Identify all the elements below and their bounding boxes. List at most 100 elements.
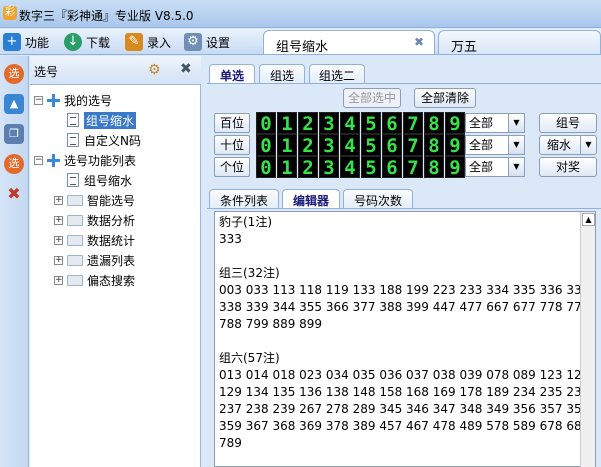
- tab-group-shrink[interactable]: 组号缩水 ✖: [263, 30, 435, 55]
- editor-textarea[interactable]: 豹子(1注) 333 组三(32注) 003 033 113 118 119 1…: [214, 211, 596, 467]
- collapse-icon[interactable]: −: [34, 155, 43, 165]
- hundreds-label[interactable]: 百位: [214, 113, 250, 133]
- digit-button[interactable]: 1: [277, 156, 297, 179]
- digit-button[interactable]: 9: [445, 112, 465, 135]
- tens-select[interactable]: 全部 ▼: [465, 135, 525, 155]
- expand-icon[interactable]: +: [54, 195, 63, 205]
- app-logo-icon: 彩: [3, 6, 17, 20]
- digit-button[interactable]: 0: [256, 112, 276, 135]
- digit-button[interactable]: 5: [361, 134, 381, 157]
- shrink-button[interactable]: 缩水 ▼: [539, 135, 597, 155]
- tools-icon[interactable]: ✖: [4, 184, 24, 204]
- tab-group[interactable]: 组选: [259, 64, 305, 84]
- tab-single[interactable]: 单选: [209, 64, 255, 84]
- digit-button[interactable]: 0: [256, 156, 276, 179]
- units-digits: 0123456789: [256, 156, 466, 179]
- chart-icon[interactable]: ▲: [4, 94, 24, 114]
- close-tab-icon[interactable]: ✖: [414, 35, 424, 49]
- tree-item[interactable]: + 数据统计: [54, 231, 135, 249]
- document-icon: [67, 173, 79, 187]
- select-number-icon[interactable]: 选: [4, 64, 24, 84]
- bookmark-icon[interactable]: ❐: [4, 124, 24, 144]
- group-button[interactable]: 组号: [539, 113, 597, 133]
- digit-button[interactable]: 9: [445, 134, 465, 157]
- input-button[interactable]: ✎ 录入: [125, 32, 171, 52]
- tree-item-label: 遗漏列表: [87, 253, 136, 268]
- tree-item[interactable]: 组号缩水: [54, 111, 137, 129]
- tree-item[interactable]: + 偏态搜索: [54, 271, 135, 289]
- hundreds-select[interactable]: 全部 ▼: [465, 113, 525, 133]
- digit-button[interactable]: 4: [340, 112, 360, 135]
- select-all-button[interactable]: 全部选中: [343, 88, 401, 108]
- tab-label: 万五: [451, 40, 478, 55]
- digit-button[interactable]: 3: [319, 112, 339, 135]
- select-icon-active[interactable]: 选: [4, 154, 24, 174]
- expand-icon[interactable]: +: [54, 215, 63, 225]
- units-label[interactable]: 个位: [214, 157, 250, 177]
- digit-button[interactable]: 7: [403, 156, 423, 179]
- close-panel-icon[interactable]: ✖: [180, 61, 192, 77]
- digit-button[interactable]: 6: [382, 112, 402, 135]
- digit-button[interactable]: 9: [445, 156, 465, 179]
- folder-icon: [67, 254, 83, 266]
- scroll-up-icon[interactable]: ▲: [582, 213, 595, 226]
- tab-group-two[interactable]: 组选二: [309, 64, 365, 84]
- chevron-down-icon: ▼: [508, 136, 524, 154]
- collapse-icon[interactable]: −: [34, 95, 43, 105]
- digit-button[interactable]: 8: [424, 112, 444, 135]
- download-button[interactable]: ↓ 下载: [64, 32, 110, 52]
- vertical-scrollbar[interactable]: ▲: [580, 212, 595, 467]
- digit-button[interactable]: 3: [319, 134, 339, 157]
- tree-item[interactable]: 组号缩水: [54, 171, 132, 189]
- chevron-down-icon: ▼: [508, 158, 524, 176]
- tens-label[interactable]: 十位: [214, 135, 250, 155]
- digit-button[interactable]: 1: [277, 112, 297, 135]
- nav-header-title: 选号: [34, 65, 59, 79]
- digit-button[interactable]: 7: [403, 112, 423, 135]
- tab-wanwu[interactable]: 万五: [438, 30, 601, 55]
- gear-icon[interactable]: ⚙: [148, 62, 161, 78]
- tab-divider: [207, 208, 601, 209]
- window-title: 数字三『彩神通』专业版 V8.5.0: [19, 9, 194, 23]
- clear-all-button[interactable]: 全部清除: [414, 88, 476, 108]
- units-select[interactable]: 全部 ▼: [465, 157, 525, 177]
- tree-item[interactable]: − 选号功能列表: [34, 151, 136, 169]
- digit-button[interactable]: 1: [277, 134, 297, 157]
- digit-button[interactable]: 8: [424, 156, 444, 179]
- tab-condition-list[interactable]: 条件列表: [209, 189, 279, 209]
- download-button-label: 下载: [86, 35, 111, 50]
- digit-button[interactable]: 4: [340, 156, 360, 179]
- digit-button[interactable]: 5: [361, 112, 381, 135]
- expand-icon[interactable]: +: [54, 275, 63, 285]
- expand-icon[interactable]: +: [54, 255, 63, 265]
- tab-number-count[interactable]: 号码次数: [343, 189, 413, 209]
- digit-button[interactable]: 0: [256, 134, 276, 157]
- digit-button[interactable]: 3: [319, 156, 339, 179]
- digit-button[interactable]: 4: [340, 134, 360, 157]
- digit-button[interactable]: 5: [361, 156, 381, 179]
- settings-button[interactable]: ⚙ 设置: [184, 32, 230, 52]
- chevron-down-icon[interactable]: ▼: [580, 136, 596, 154]
- tab-editor[interactable]: 编辑器: [282, 189, 340, 209]
- tab-divider: [207, 83, 601, 84]
- digit-button[interactable]: 7: [403, 134, 423, 157]
- digit-button[interactable]: 2: [298, 112, 318, 135]
- expand-icon[interactable]: +: [54, 235, 63, 245]
- folder-icon: [67, 214, 83, 226]
- side-icon-strip: 选 ▲ ❐ 选 ✖: [0, 56, 29, 467]
- tree-item[interactable]: − 我的选号: [34, 91, 112, 109]
- tree-item[interactable]: + 智能选号: [54, 191, 135, 209]
- digit-button[interactable]: 2: [298, 134, 318, 157]
- tree-item-label: 偏态搜索: [87, 273, 136, 288]
- digit-button[interactable]: 8: [424, 134, 444, 157]
- toolbar: + 功能 ↓ 下载 ✎ 录入 ⚙ 设置 组号缩水 ✖ 万五: [0, 29, 601, 55]
- digit-button[interactable]: 6: [382, 134, 402, 157]
- function-button[interactable]: + 功能: [3, 32, 49, 52]
- tree-item[interactable]: + 遗漏列表: [54, 251, 135, 269]
- digit-button[interactable]: 2: [298, 156, 318, 179]
- tree-item[interactable]: 自定义N码: [54, 131, 141, 149]
- tree-item[interactable]: + 数据分析: [54, 211, 135, 229]
- award-button[interactable]: 对奖: [539, 157, 597, 177]
- digit-button[interactable]: 6: [382, 156, 402, 179]
- document-icon: [67, 113, 79, 127]
